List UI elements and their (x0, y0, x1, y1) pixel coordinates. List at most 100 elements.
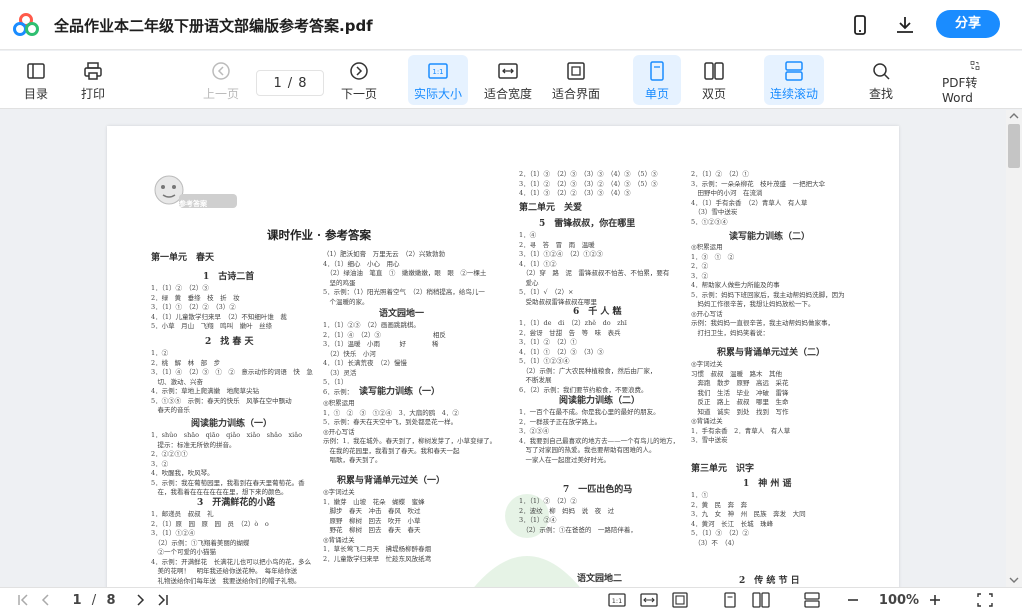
answer-line: 3．（1）①②④ （2）①②③ (519, 250, 603, 258)
next-page-button[interactable]: 下一页 (336, 55, 382, 105)
read1-heading: 阅读能力训练（一） (191, 419, 273, 429)
answer-line: 脚步 春天 冲击 春风 吹过 (323, 507, 421, 515)
status-total-pages: 8 (106, 592, 116, 608)
answer-line: 1．② (151, 349, 169, 357)
zoom-in-icon[interactable] (928, 592, 942, 608)
scrollbar-thumb[interactable] (1008, 124, 1020, 168)
page-input[interactable]: 1 / 8 (256, 70, 324, 96)
first-page-icon[interactable] (16, 592, 30, 608)
answer-line: 3．示例：一朵朵柳花 枝叶茂盛 一把把大伞 (691, 179, 826, 188)
prev-page-icon[interactable] (40, 592, 52, 608)
double-page-icon (704, 62, 724, 80)
unit3-heading: 第三单元 识字 (691, 464, 755, 474)
title-bar: 全品作业本二年级下册语文部编版参考答案.pdf 分享 (0, 0, 1022, 50)
answer-line: ◎字词过关 (323, 488, 355, 496)
status-double-page-icon[interactable] (752, 592, 770, 608)
answer-line: （2）示例：①在爸爸的 一路陪伴着， (519, 525, 637, 534)
scroll-up-icon[interactable] (1009, 112, 1019, 120)
answer-line: 3．②③④ (519, 427, 550, 435)
answer-line: 1．④ (519, 231, 537, 239)
answer-line: ◎背诵过关 (691, 417, 723, 425)
answer-line: 3．（1）② （2）① (519, 338, 577, 346)
scroll-down-icon[interactable] (1009, 576, 1019, 584)
answer-line: ◎开心写话 (691, 309, 723, 318)
mobile-icon[interactable] (848, 13, 872, 37)
prev-page-button[interactable]: 上一页 (198, 55, 244, 105)
continuous-scroll-icon (785, 61, 803, 81)
answer-line: 2．寻 答 冒 雨 温暖 (519, 240, 595, 249)
single-page-label: 单页 (644, 87, 669, 101)
answer-line: （2）示例：广大农民种植粮食，然后由厂家， (519, 366, 657, 375)
answer-line: 4．黄河 长江 长城 珠峰 (691, 519, 774, 528)
zoom-level[interactable]: 100% (876, 592, 922, 608)
convert-icon (970, 61, 980, 70)
answer-line: 2．绿 黄 垂绦 枝 折 妆 (151, 293, 240, 302)
answer-line: 4．示例：开满鲜花 长满花儿也可以把小鸟的花，多么 (151, 557, 312, 566)
zoom-out-icon[interactable] (846, 592, 860, 608)
status-fit-page-icon[interactable] (671, 592, 689, 608)
status-fit-width-icon[interactable] (640, 592, 658, 608)
answer-line: ◎积累运用 (323, 399, 355, 407)
answer-line: 习惯 叔叔 温暖 路木 其他 (691, 369, 782, 378)
search-button[interactable]: 查找 (860, 55, 902, 105)
answer-line: 1．① (691, 491, 709, 499)
status-current-page: 1 (72, 592, 82, 608)
answer-line: 2．（1）② （2）① (691, 170, 749, 178)
download-icon[interactable] (893, 13, 917, 37)
lesson-b-heading: 2 传 统 节 日 (739, 576, 800, 586)
answer-line: 唱歌，春天到了。 (323, 456, 382, 464)
answer-line: 3．（1）②④ (519, 516, 557, 524)
share-button[interactable]: 分享 (936, 10, 1000, 38)
answer-line: 我们 生活 毕业 冲破 雷锋 (691, 388, 789, 397)
answer-line: 野花 柳树 回去 春天 春天 (323, 526, 421, 534)
answer-line: 5．小草 月山 飞翔 鸣叫 嫩叶 丝绦 (151, 322, 273, 330)
page-separator: / (287, 75, 293, 91)
answer-line: 妈妈工作很辛苦，我想让妈妈放松一下。 (691, 300, 815, 308)
actual-size-button[interactable]: 1:1 实际大小 (408, 55, 468, 105)
document-viewer[interactable]: 参考答案 课时作业 · 参考答案 第一单元 春天 1 古诗二首 1．（1）② （… (0, 110, 1006, 588)
answer-line: 2．一群孩子正在放学路上。 (519, 417, 602, 426)
lesson5-heading: 5 雷锋叔叔，你在哪里 (539, 219, 636, 229)
continuous-scroll-button[interactable]: 连续滚动 (764, 55, 824, 105)
app-logo-icon (13, 13, 39, 36)
search-label: 查找 (868, 87, 893, 101)
next-page-icon[interactable] (134, 592, 146, 608)
answer-line: （1）肥沃如膏 万里无云 （2）兴致勃勃 (323, 250, 446, 258)
answer-line: 4．（1）③ （2）② （3）③ （4）③ (519, 189, 631, 197)
answer-line: （3）雪中送炭 (691, 208, 738, 216)
status-single-page-icon[interactable] (722, 592, 738, 608)
last-page-icon[interactable] (156, 592, 170, 608)
answer-line: 1．邮递员 叔叔 礼 (151, 510, 214, 518)
fit-page-label: 适合界面 (551, 87, 600, 101)
answer-line: 1．手有余香 2．青草人 有人草 (691, 426, 791, 435)
vertical-scrollbar[interactable] (1006, 110, 1022, 588)
answer-line: 3．（1）④ （2）③ ① ② 意示动作的词语 快 急 (151, 368, 313, 376)
fit-page-button[interactable]: 适合界面 (548, 55, 604, 105)
answer-line: 美的花啊！ 明年我还给你送花种。 每年给你送 (151, 567, 298, 575)
pdf-to-word-button[interactable]: PDF转Word (942, 55, 1008, 105)
single-page-icon (650, 61, 664, 81)
answer-line: 3．② (151, 459, 169, 468)
answer-line: 一家人在一起度过美好时光。 (519, 455, 611, 464)
fullscreen-icon[interactable] (976, 592, 994, 608)
main-title: 课时作业 · 参考答案 (267, 228, 372, 242)
single-page-button[interactable]: 单页 (633, 55, 681, 105)
print-button[interactable]: 打印 (73, 55, 113, 105)
answer-line: 3．（1）① （2）② （3）② (151, 303, 236, 311)
status-actual-icon-text: 1:1 (612, 597, 622, 605)
fit-width-button[interactable]: 适合宽度 (480, 55, 536, 105)
toc-button[interactable]: 目录 (16, 55, 56, 105)
answer-line: 5．示例：（1）阳光照着空气 （2）稍稍提高，给鸟儿一 (323, 288, 485, 296)
answer-line: （3）不 （4） (691, 538, 739, 547)
status-continuous-scroll-icon[interactable] (803, 592, 821, 608)
answer-line: 1．① ② ③ ①②④ 3．大扇的鸥 4．② (323, 408, 459, 417)
lesson3-heading: 3 开满鲜花的小路 (197, 498, 276, 508)
answer-line: 5．示例：我在葡萄园里，我看到在春天里葡萄花。香 (151, 478, 305, 487)
total-pages: 8 (298, 75, 307, 91)
answer-line: 奔跑 散步 原野 高远 采花 (691, 379, 789, 387)
answer-line: 3．（1）①②④ (151, 529, 196, 537)
double-page-button[interactable]: 双页 (692, 55, 736, 105)
status-actual-size-icon[interactable]: 1:1 (608, 592, 626, 608)
fit-width-label: 适合宽度 (483, 87, 532, 101)
answer-line: 1．草长莺飞二月天 拂堤杨柳醉春烟 (323, 545, 432, 553)
